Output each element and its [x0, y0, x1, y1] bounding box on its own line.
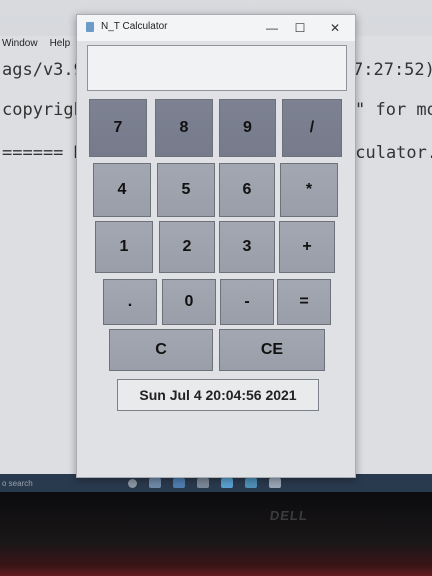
clear-button[interactable]: C [109, 329, 213, 371]
key-decimal-button[interactable]: . [103, 279, 157, 325]
key-divide-button[interactable]: / [282, 99, 342, 157]
close-button[interactable]: ✕ [324, 19, 346, 37]
key-equals-button[interactable]: = [277, 279, 331, 325]
taskbar-app-icon[interactable] [149, 478, 161, 488]
taskbar-app-icon[interactable] [269, 478, 281, 488]
key-8-button[interactable]: 8 [155, 99, 213, 157]
key-plus-button[interactable]: + [279, 221, 335, 273]
bg-line-6: lculator. [345, 143, 432, 163]
taskbar-app-icon[interactable] [197, 478, 209, 488]
bg-line-5: " for mo [355, 100, 432, 120]
task-view-icon[interactable] [128, 478, 137, 488]
taskbar-app-icon[interactable] [173, 478, 185, 488]
key-0-button[interactable]: 0 [162, 279, 216, 325]
bg-line-1: ags/v3.9 [2, 60, 84, 80]
datetime-label: Sun Jul 4 20:04:56 2021 [117, 379, 319, 411]
app-icon [86, 22, 94, 32]
window-title: N_T Calculator [101, 21, 168, 32]
key-2-button[interactable]: 2 [159, 221, 215, 273]
menu-window[interactable]: Window [2, 38, 38, 49]
title-bar[interactable]: N_T Calculator — ☐ ✕ [77, 15, 355, 41]
taskbar-search[interactable]: o search [2, 479, 122, 488]
key-multiply-button[interactable]: * [280, 163, 338, 217]
bg-line-4: 7:27:52) [353, 60, 432, 80]
key-9-button[interactable]: 9 [219, 99, 276, 157]
minimize-button[interactable]: — [261, 19, 283, 37]
monitor-bezel [0, 492, 432, 576]
taskbar-app-icon[interactable] [221, 478, 233, 488]
key-minus-button[interactable]: - [220, 279, 274, 325]
menu-help[interactable]: Help [50, 38, 71, 49]
key-4-button[interactable]: 4 [93, 163, 151, 217]
key-5-button[interactable]: 5 [157, 163, 215, 217]
key-6-button[interactable]: 6 [219, 163, 275, 217]
key-7-button[interactable]: 7 [89, 99, 147, 157]
monitor-screen: Window Help ags/v3.9 copyright ====== RES… [0, 0, 432, 576]
calculator-display[interactable] [87, 45, 347, 91]
calculator-window: N_T Calculator — ☐ ✕ 7 8 9/4 5 6 * 1 2 3 +. 0- = C … [76, 14, 356, 478]
clear-entry-button[interactable]: CE [219, 329, 325, 371]
brand-logo: DELL [268, 508, 310, 523]
key-3-button[interactable]: 3 [219, 221, 275, 273]
maximize-button[interactable]: ☐ [289, 19, 311, 37]
taskbar-app-icon[interactable] [245, 478, 257, 488]
key-1-button[interactable]: 1 [95, 221, 153, 273]
